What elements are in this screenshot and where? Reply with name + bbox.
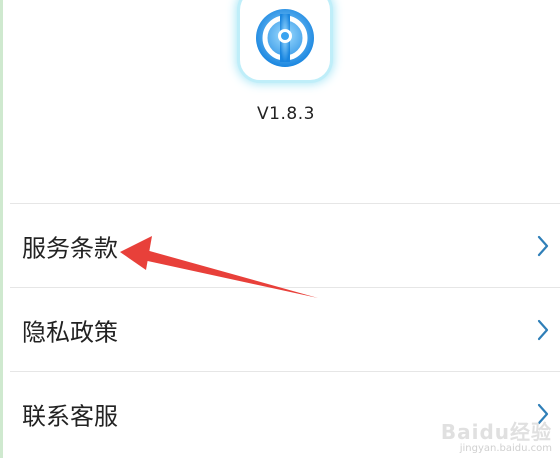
- about-screen: V1.8.3 服务条款 隐私政策 联系客服 Baidu经验 jingyan.ba…: [0, 0, 560, 458]
- chevron-right-icon: [537, 319, 549, 340]
- menu-item-contact-support[interactable]: 联系客服: [0, 372, 560, 455]
- menu-item-terms-of-service[interactable]: 服务条款: [0, 204, 560, 287]
- menu-item-label: 联系客服: [22, 402, 118, 430]
- chevron-right-icon: [537, 403, 549, 424]
- app-logo-icon: [256, 9, 314, 67]
- app-version: V1.8.3: [257, 104, 315, 124]
- menu-item-label: 服务条款: [22, 234, 118, 262]
- app-logo: [240, 0, 330, 80]
- settings-menu: 服务条款 隐私政策 联系客服: [0, 203, 560, 455]
- chevron-right-icon: [537, 235, 549, 256]
- menu-item-label: 隐私政策: [22, 318, 118, 346]
- menu-item-privacy-policy[interactable]: 隐私政策: [0, 288, 560, 371]
